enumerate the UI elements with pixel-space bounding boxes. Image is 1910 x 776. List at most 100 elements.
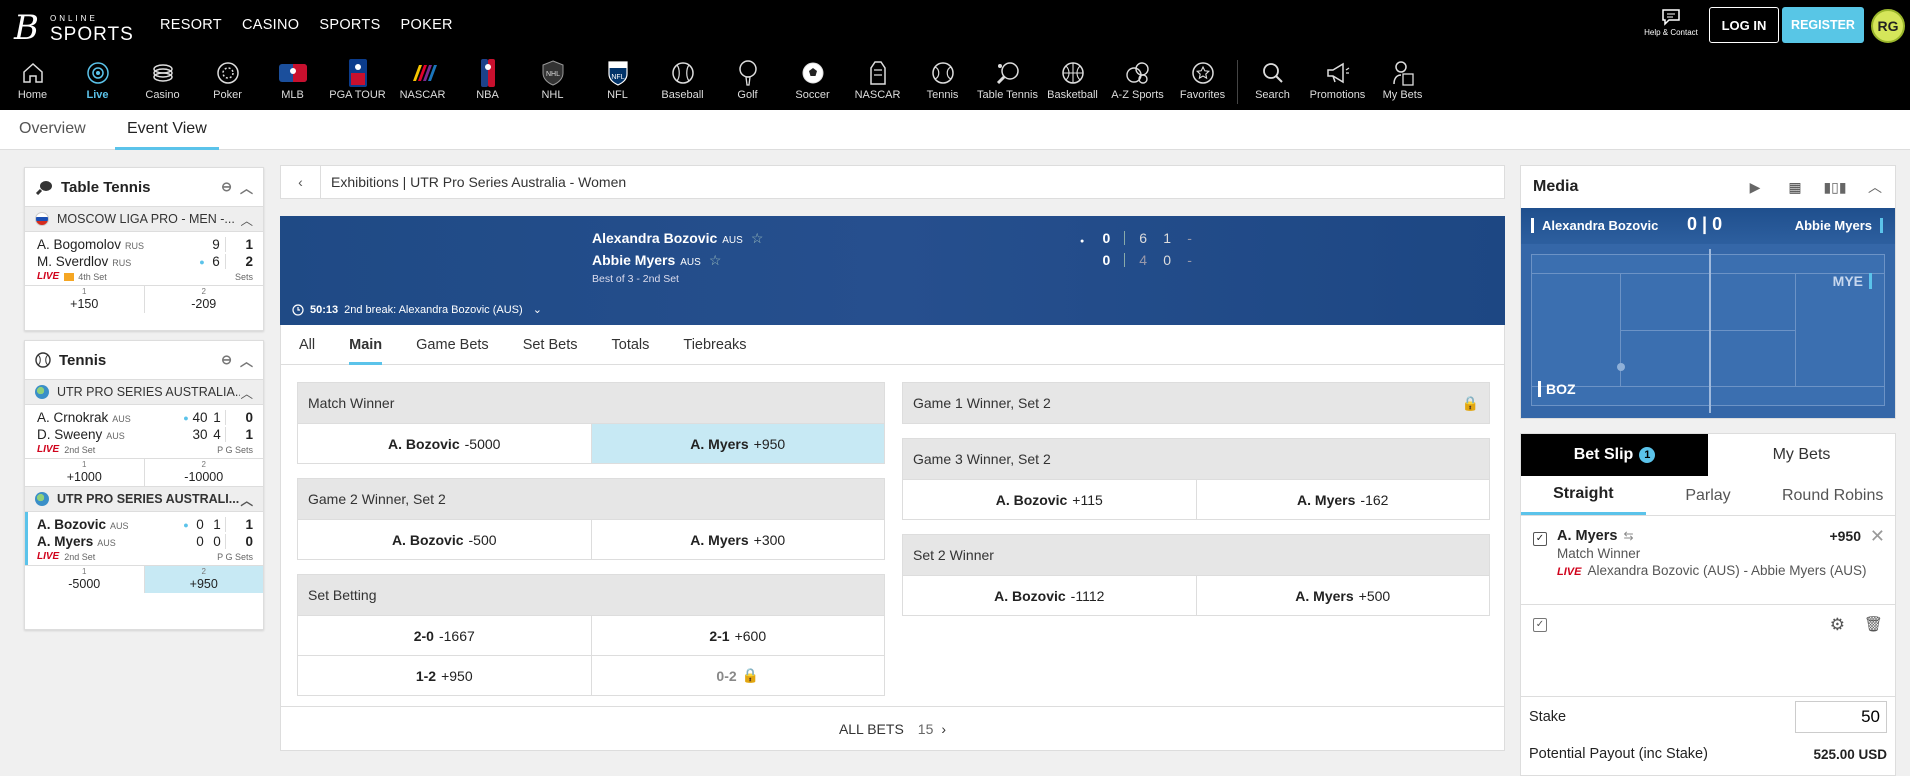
nav-casino[interactable]: CASINO bbox=[242, 17, 299, 33]
gear-icon[interactable]: ⚙ bbox=[1830, 615, 1845, 635]
tab-main[interactable]: Main bbox=[349, 325, 383, 365]
odds-button-2[interactable]: 2 -10000 bbox=[145, 459, 264, 486]
swap-icon[interactable]: ⇆ bbox=[1623, 529, 1633, 543]
sport-header[interactable]: Table Tennis ⊖ ︿ bbox=[25, 168, 263, 206]
odds-button[interactable]: A. Bozovic +115 bbox=[903, 480, 1197, 519]
register-button[interactable]: REGISTER bbox=[1782, 7, 1864, 43]
back-chevron-icon[interactable]: ‹ bbox=[281, 166, 321, 198]
nav-item-a-z-sports[interactable]: A-Z Sports bbox=[1105, 58, 1170, 110]
chevron-up-icon[interactable]: ︿ bbox=[240, 351, 253, 370]
market-title[interactable]: Set 2 Winner bbox=[903, 535, 1489, 575]
tab-parlay[interactable]: Parlay bbox=[1646, 476, 1771, 515]
close-icon[interactable]: ✕ bbox=[1870, 526, 1885, 547]
nav-sports[interactable]: SPORTS bbox=[319, 17, 380, 33]
court-view-icon[interactable]: ▦ bbox=[1775, 179, 1815, 196]
odds-button-selected[interactable]: A. Myers +950 bbox=[591, 424, 884, 463]
competition-header[interactable]: MOSCOW LIGA PRO - MEN -... ︿ bbox=[25, 206, 263, 232]
odds-button[interactable]: 2-1 +600 bbox=[592, 616, 885, 655]
sport-header[interactable]: Tennis ⊖ ︿ bbox=[25, 341, 263, 379]
live-badge: LIVE bbox=[37, 271, 60, 282]
market-title[interactable]: Match Winner bbox=[298, 383, 884, 423]
nav-item-home[interactable]: Home bbox=[0, 58, 65, 110]
tab-straight[interactable]: Straight bbox=[1521, 476, 1646, 515]
nav-item-casino[interactable]: Casino bbox=[130, 58, 195, 110]
odds-button[interactable]: A. Bozovic -5000 bbox=[298, 424, 592, 463]
odds-button-2-selected[interactable]: 2 +950 bbox=[144, 566, 263, 593]
nav-item-golf[interactable]: Golf bbox=[715, 58, 780, 110]
nav-item-nfl[interactable]: NFL NFL bbox=[585, 58, 650, 110]
nav-item-pga-tour[interactable]: PGA TOUR bbox=[325, 58, 390, 110]
nav-item-nhl[interactable]: NHL NHL bbox=[520, 58, 585, 110]
collapse-all-icon[interactable]: ⊖ bbox=[221, 352, 232, 368]
competition-header[interactable]: UTR PRO SERIES AUSTRALIA... ︿ bbox=[25, 379, 263, 405]
trash-icon[interactable]: 🗑 bbox=[1864, 615, 1883, 633]
all-bets-link[interactable]: ALL BETS 15 › bbox=[281, 706, 1504, 750]
odds-button[interactable]: A. Myers +500 bbox=[1197, 576, 1490, 615]
star-icon[interactable]: ☆ bbox=[709, 252, 722, 268]
nav-item-nascar-car[interactable]: NASCAR bbox=[845, 58, 910, 110]
help-contact-button[interactable]: Help & Contact bbox=[1640, 8, 1702, 37]
odds-button[interactable]: A. Bozovic -500 bbox=[298, 520, 592, 559]
nav-item-baseball[interactable]: Baseball bbox=[650, 58, 715, 110]
match-card[interactable]: A. Bogomolov RUS 9 1 M. Sverdlov RUS ● 6 2… bbox=[25, 232, 263, 285]
nav-item-promotions[interactable]: Promotions bbox=[1305, 58, 1370, 110]
tab-overview[interactable]: Overview bbox=[19, 110, 86, 150]
nav-item-favorites[interactable]: Favorites bbox=[1170, 58, 1235, 110]
odds-button[interactable]: 2-0 -1667 bbox=[298, 616, 592, 655]
tab-totals[interactable]: Totals bbox=[612, 325, 650, 365]
tab-round-robins[interactable]: Round Robins bbox=[1770, 476, 1895, 515]
select-all-checkbox[interactable]: ✓ bbox=[1533, 618, 1547, 632]
odds-value: -162 bbox=[1360, 491, 1389, 508]
avatar[interactable]: RG bbox=[1871, 9, 1905, 43]
odds-button[interactable]: A. Myers +300 bbox=[592, 520, 885, 559]
chevron-up-icon[interactable]: ︿ bbox=[1855, 177, 1895, 197]
nav-item-soccer[interactable]: Soccer bbox=[780, 58, 845, 110]
star-icon[interactable]: ☆ bbox=[751, 230, 764, 246]
nav-item-live[interactable]: Live bbox=[65, 58, 130, 110]
stake-input[interactable] bbox=[1795, 700, 1887, 733]
tab-set-bets[interactable]: Set Bets bbox=[523, 325, 578, 365]
market-title[interactable]: Set Betting bbox=[298, 575, 884, 615]
odds-button-2[interactable]: 2 -209 bbox=[145, 286, 264, 313]
nav-item-nba[interactable]: NBA bbox=[455, 58, 520, 110]
nav-item-my-bets[interactable]: My Bets bbox=[1370, 58, 1435, 110]
bet-checkbox[interactable]: ✓ bbox=[1533, 532, 1547, 546]
match-card-selected[interactable]: A. Bozovic AUS ● 0 1 1 A. Myers AUS 0 0 0 … bbox=[25, 512, 263, 565]
video-icon[interactable]: ▶ bbox=[1735, 179, 1775, 196]
nav-item-table-tennis[interactable]: Table Tennis bbox=[975, 58, 1040, 110]
odds-button[interactable]: A. Myers -162 bbox=[1197, 480, 1490, 519]
match-card[interactable]: A. Crnokrak AUS ● 40 1 0 D. Sweeny AUS 30 … bbox=[25, 405, 263, 458]
competition-header[interactable]: UTR PRO SERIES AUSTRALI... ︿ bbox=[25, 486, 263, 512]
collapse-all-icon[interactable]: ⊖ bbox=[221, 179, 232, 195]
nav-resort[interactable]: RESORT bbox=[160, 17, 222, 33]
tab-my-bets[interactable]: My Bets bbox=[1708, 434, 1895, 476]
tab-event-view[interactable]: Event View bbox=[115, 110, 219, 150]
tab-bet-slip[interactable]: Bet Slip 1 bbox=[1521, 434, 1708, 476]
odds-button[interactable]: 1-2 +950 bbox=[298, 656, 592, 695]
odds-button-1[interactable]: 1 +1000 bbox=[25, 459, 145, 486]
market-title[interactable]: Game 1 Winner, Set 2 🔒 bbox=[903, 383, 1489, 423]
tab-tiebreaks[interactable]: Tiebreaks bbox=[683, 325, 746, 365]
nav-item-tennis[interactable]: Tennis bbox=[910, 58, 975, 110]
nav-item-search[interactable]: Search bbox=[1240, 58, 1305, 110]
nav-item-mlb[interactable]: MLB bbox=[260, 58, 325, 110]
tab-all[interactable]: All bbox=[299, 325, 315, 365]
chevron-up-icon[interactable]: ︿ bbox=[240, 178, 253, 197]
nav-item-nascar[interactable]: NASCAR bbox=[390, 58, 455, 110]
nav-item-label: NBA bbox=[476, 89, 499, 101]
odds-button-1[interactable]: 1 +150 bbox=[25, 286, 145, 313]
login-button[interactable]: LOG IN bbox=[1709, 7, 1779, 43]
market-title[interactable]: Game 2 Winner, Set 2 bbox=[298, 479, 884, 519]
brand-logo[interactable]: B ONLINE SPORTS bbox=[14, 10, 134, 46]
match-status-bar[interactable]: 50:13 2nd break: Alexandra Bozovic (AUS)… bbox=[292, 303, 542, 316]
nav-poker[interactable]: POKER bbox=[401, 17, 453, 33]
breadcrumb-text[interactable]: Exhibitions | UTR Pro Series Australia -… bbox=[321, 174, 626, 190]
market-title[interactable]: Game 3 Winner, Set 2 bbox=[903, 439, 1489, 479]
stats-icon[interactable]: ▮▯▮ bbox=[1815, 179, 1855, 196]
nav-item-poker[interactable]: Poker bbox=[195, 58, 260, 110]
odds-button[interactable]: A. Bozovic -1112 bbox=[903, 576, 1197, 615]
tab-game-bets[interactable]: Game Bets bbox=[416, 325, 489, 365]
player-name: Alexandra Bozovic bbox=[592, 230, 718, 246]
nav-item-basketball[interactable]: Basketball bbox=[1040, 58, 1105, 110]
odds-button-1[interactable]: 1 -5000 bbox=[25, 566, 145, 593]
